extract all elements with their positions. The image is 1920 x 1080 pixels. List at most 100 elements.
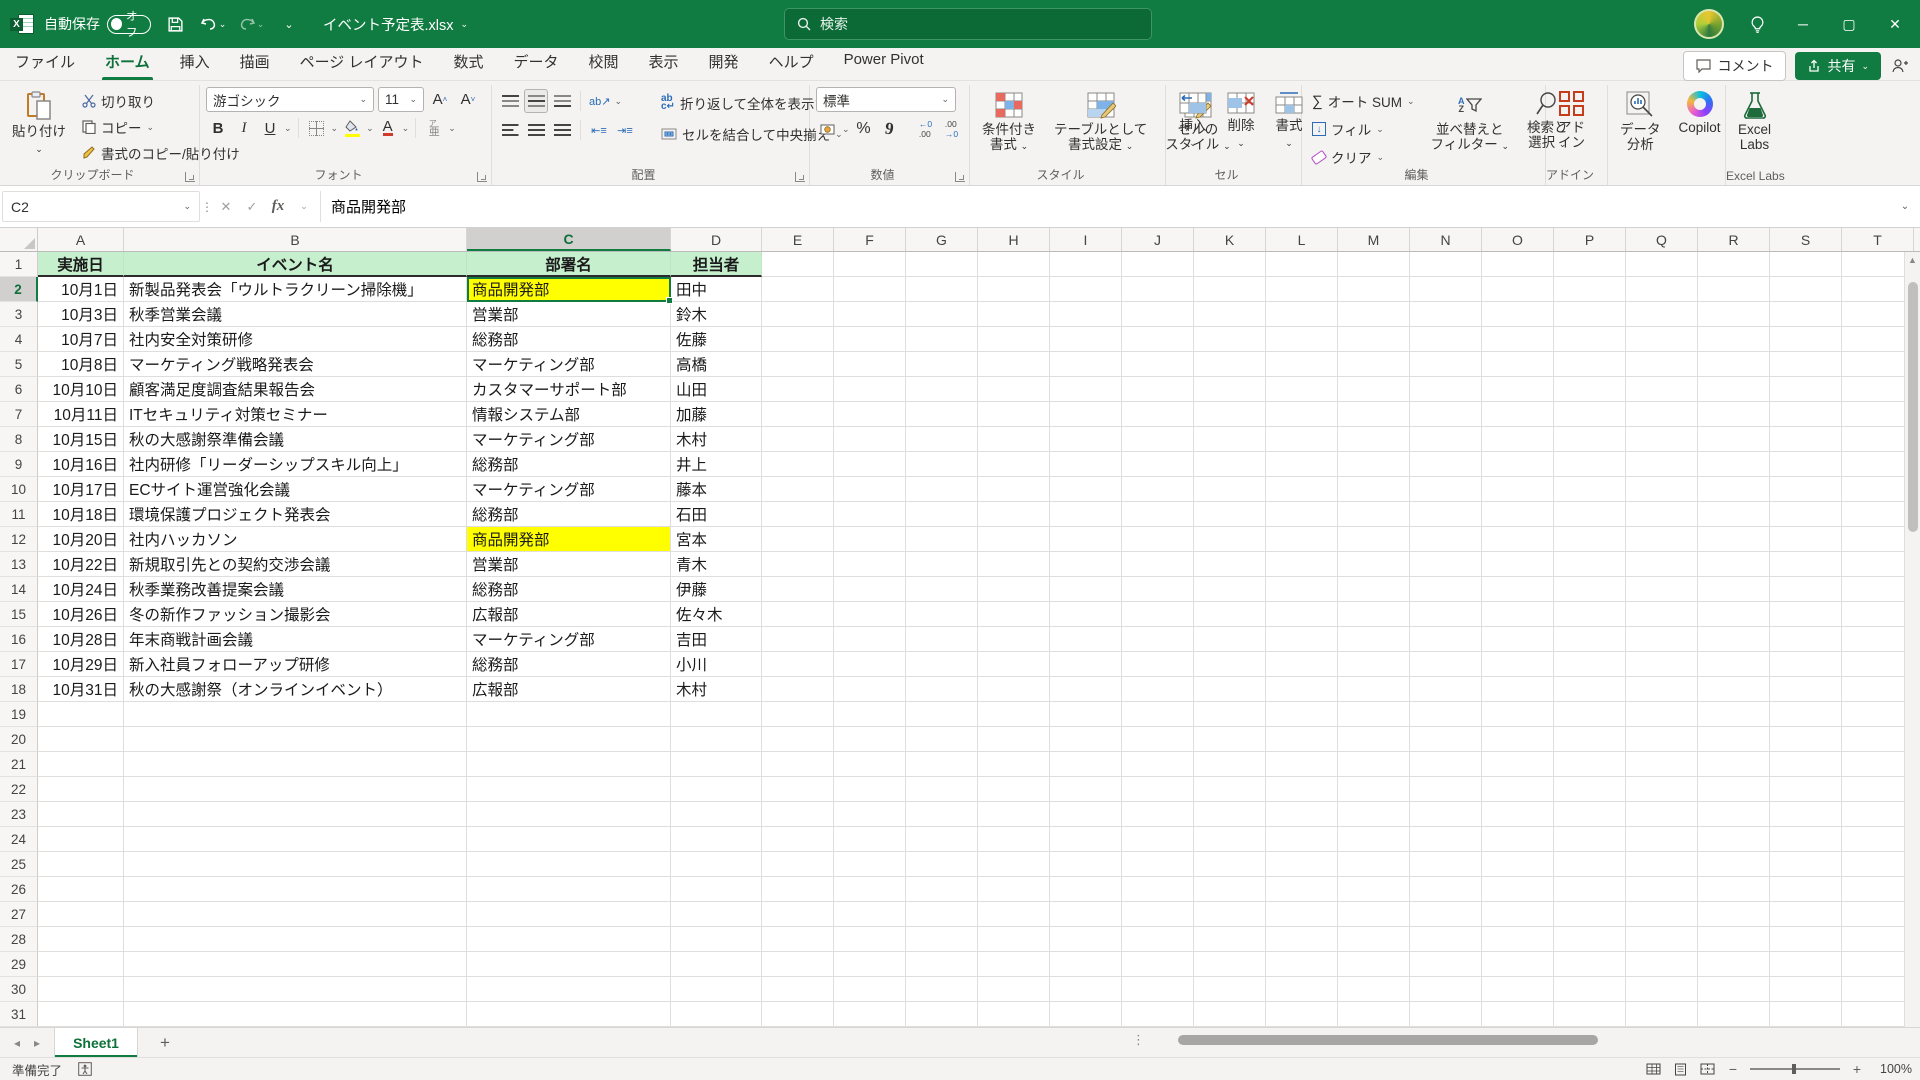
cell-G22[interactable] [906,777,978,802]
cell-H16[interactable] [978,627,1050,652]
cell-Q26[interactable] [1626,877,1698,902]
cancel-entry-icon[interactable]: ✕ [214,195,238,219]
cell-B17[interactable]: 新入社員フォローアップ研修 [124,652,467,677]
cell-Q27[interactable] [1626,902,1698,927]
cell-C31[interactable] [467,1002,671,1027]
document-title[interactable]: イベント予定表.xlsx ⌄ [323,14,468,35]
autosum-button[interactable]: ∑ オート SUM ⌄ [1308,89,1419,113]
row-header-25[interactable]: 25 [0,852,38,877]
insert-function-icon[interactable]: fx [266,195,290,219]
cell-H1[interactable] [978,252,1050,277]
column-header-M[interactable]: M [1338,228,1410,251]
cell-L24[interactable] [1266,827,1338,852]
cell-S2[interactable] [1770,277,1842,302]
cell-Q8[interactable] [1626,427,1698,452]
cell-I17[interactable] [1050,652,1122,677]
cell-Q19[interactable] [1626,702,1698,727]
cell-A20[interactable] [38,727,124,752]
borders-button[interactable] [305,116,329,140]
cell-P16[interactable] [1554,627,1626,652]
cell-L22[interactable] [1266,777,1338,802]
cell-D17[interactable]: 小川 [671,652,762,677]
page-break-view-button[interactable] [1699,1062,1716,1076]
cell-D4[interactable]: 佐藤 [671,327,762,352]
autosave-switch[interactable]: オフ [107,11,151,39]
cell-O27[interactable] [1482,902,1554,927]
cell-I5[interactable] [1050,352,1122,377]
cell-B27[interactable] [124,902,467,927]
scroll-up-icon[interactable]: ▲ [1908,254,1917,266]
cell-O23[interactable] [1482,802,1554,827]
column-header-O[interactable]: O [1482,228,1554,251]
cell-M17[interactable] [1338,652,1410,677]
cell-H23[interactable] [978,802,1050,827]
cell-C14[interactable]: 総務部 [467,577,671,602]
cell-E12[interactable] [762,527,834,552]
cell-B15[interactable]: 冬の新作ファッション撮影会 [124,602,467,627]
cell-J27[interactable] [1122,902,1194,927]
decrease-indent-icon[interactable]: ⇤≡ [587,118,611,142]
cell-N16[interactable] [1410,627,1482,652]
cell-J9[interactable] [1122,452,1194,477]
cell-P8[interactable] [1554,427,1626,452]
increase-font-icon[interactable]: A ˄ [428,88,452,112]
cell-I13[interactable] [1050,552,1122,577]
cell-O19[interactable] [1482,702,1554,727]
cell-O1[interactable] [1482,252,1554,277]
cell-M1[interactable] [1338,252,1410,277]
comma-style-icon[interactable]: 9 [878,117,902,141]
cell-N6[interactable] [1410,377,1482,402]
cell-E26[interactable] [762,877,834,902]
cell-C12[interactable]: 商品開発部 [467,527,671,552]
cell-I29[interactable] [1050,952,1122,977]
cell-K17[interactable] [1194,652,1266,677]
cell-F31[interactable] [834,1002,906,1027]
cell-Q2[interactable] [1626,277,1698,302]
cell-N3[interactable] [1410,302,1482,327]
cell-L12[interactable] [1266,527,1338,552]
cell-S28[interactable] [1770,927,1842,952]
cell-H17[interactable] [978,652,1050,677]
delete-cells-button[interactable]: 削除 ⌄ [1220,87,1262,167]
cell-C19[interactable] [467,702,671,727]
cell-C18[interactable]: 広報部 [467,677,671,702]
decrease-decimal-icon[interactable]: .00 →0 [940,117,964,141]
cell-Q28[interactable] [1626,927,1698,952]
cell-S21[interactable] [1770,752,1842,777]
cell-C10[interactable]: マーケティング部 [467,477,671,502]
cell-S5[interactable] [1770,352,1842,377]
cell-D3[interactable]: 鈴木 [671,302,762,327]
cell-F4[interactable] [834,327,906,352]
accessibility-icon[interactable] [78,1062,92,1076]
add-sheet-button[interactable]: + [152,1030,178,1056]
cell-R29[interactable] [1698,952,1770,977]
column-header-J[interactable]: J [1122,228,1194,251]
cell-A18[interactable]: 10月31日 [38,677,124,702]
cell-F21[interactable] [834,752,906,777]
cell-H7[interactable] [978,402,1050,427]
conditional-formatting-button[interactable]: 条件付き 書式 ⌄ [976,87,1042,167]
cell-Q12[interactable] [1626,527,1698,552]
cell-G24[interactable] [906,827,978,852]
cell-I16[interactable] [1050,627,1122,652]
cell-B24[interactable] [124,827,467,852]
cell-K25[interactable] [1194,852,1266,877]
cell-G10[interactable] [906,477,978,502]
cell-M3[interactable] [1338,302,1410,327]
furigana-button[interactable]: ア亜 [422,116,446,140]
cell-H18[interactable] [978,677,1050,702]
cell-E4[interactable] [762,327,834,352]
cell-L16[interactable] [1266,627,1338,652]
cell-J13[interactable] [1122,552,1194,577]
cell-C21[interactable] [467,752,671,777]
cell-R28[interactable] [1698,927,1770,952]
cell-D31[interactable] [671,1002,762,1027]
cell-P29[interactable] [1554,952,1626,977]
cell-J20[interactable] [1122,727,1194,752]
cell-E13[interactable] [762,552,834,577]
cell-R17[interactable] [1698,652,1770,677]
cell-P26[interactable] [1554,877,1626,902]
cell-I26[interactable] [1050,877,1122,902]
cell-L3[interactable] [1266,302,1338,327]
cell-H2[interactable] [978,277,1050,302]
